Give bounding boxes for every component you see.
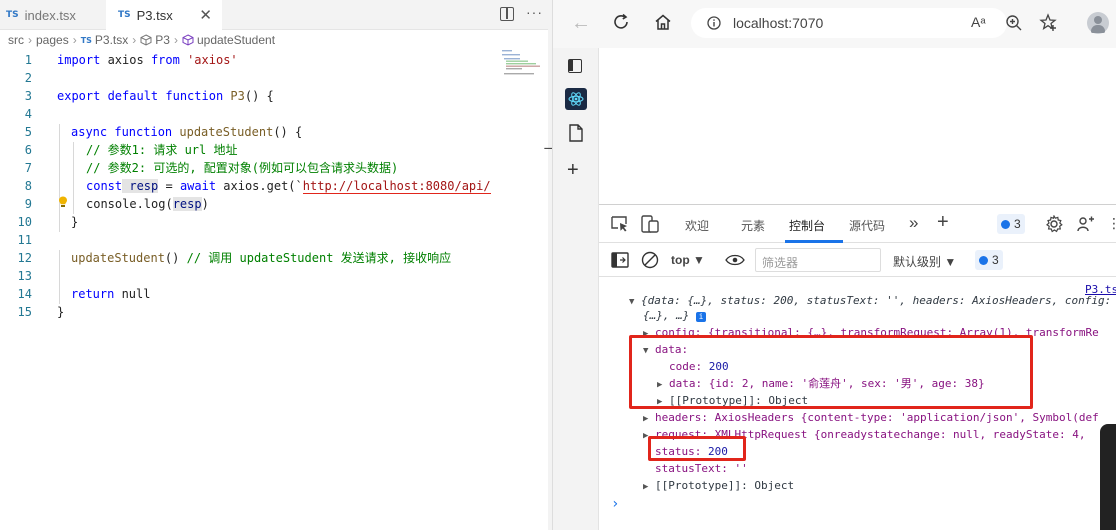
read-aloud-icon[interactable]: Aᵃ	[971, 14, 986, 30]
profile-avatar[interactable]	[1087, 12, 1109, 34]
url-text[interactable]: localhost:7070	[733, 15, 823, 31]
minimap[interactable]	[500, 48, 540, 78]
tab-sources[interactable]: 源代码	[849, 217, 885, 234]
devtools-tab-bar: 欢迎 元素 控制台 源代码 » + 3 ⋮	[599, 205, 1116, 243]
prototype-row-2[interactable]: ▶ [[Prototype]]: Object	[643, 477, 794, 496]
code-line-12: updateStudent() // 调用 updateStudent 发送请求…	[71, 251, 452, 265]
info-icon[interactable]	[707, 16, 721, 30]
component-icon	[140, 34, 152, 46]
add-tool-icon[interactable]: +	[937, 211, 949, 234]
browser-window: ← localhost:7070 Aᵃ + 欢迎 元素 控制台 源代码 » + …	[552, 0, 1116, 530]
code-line-8: const resp = await axios.get(`http://loc…	[86, 179, 491, 194]
log-level-select[interactable]: 默认级别 ▼	[893, 253, 956, 270]
breadcrumb-function[interactable]: updateStudent	[197, 33, 275, 47]
more-options-icon[interactable]: ⋮	[1107, 215, 1116, 232]
more-actions-icon[interactable]: ···	[526, 4, 543, 20]
console-prompt[interactable]: ›	[611, 496, 619, 513]
statustext-row: statusText: ''	[655, 462, 748, 475]
live-expression-eye-icon[interactable]	[725, 254, 745, 266]
home-icon[interactable]	[654, 13, 672, 31]
breadcrumb-src[interactable]: src	[8, 33, 24, 47]
code-line-3: export default function P3() {	[57, 89, 274, 103]
share-icon[interactable]	[1077, 215, 1095, 233]
breadcrumb: src › pages › TS P3.tsx › P3 › updateStudent	[8, 33, 276, 47]
browser-toolbar: ← localhost:7070 Aᵃ	[553, 0, 1116, 48]
log-summary-cont: {…}, …} i	[643, 307, 706, 324]
tab-p3-tsx[interactable]: TS P3.tsx ✕	[106, 0, 222, 30]
code-line-9: console.log(resp)	[86, 197, 209, 211]
lightbulb-icon[interactable]	[58, 196, 68, 208]
floating-widget	[1100, 424, 1116, 530]
address-bar[interactable]: localhost:7070	[691, 8, 1007, 38]
filter-placeholder: 筛选器	[762, 256, 799, 270]
device-toolbar-icon[interactable]	[641, 215, 659, 233]
breadcrumb-pages[interactable]: pages	[36, 33, 69, 47]
zoom-icon[interactable]	[1005, 14, 1023, 32]
react-devtools-icon[interactable]	[565, 88, 587, 110]
tab-welcome[interactable]: 欢迎	[685, 217, 709, 234]
filter-issues-badge[interactable]: 3	[975, 250, 1003, 270]
close-icon[interactable]: ✕	[199, 6, 212, 24]
filter-input[interactable]: 筛选器	[755, 248, 881, 272]
code-line-15: }	[57, 305, 65, 319]
breadcrumb-component[interactable]: P3	[155, 33, 170, 47]
method-icon	[182, 34, 194, 46]
clear-console-icon[interactable]	[641, 251, 659, 269]
gear-icon[interactable]	[1045, 215, 1063, 233]
highlight-box-status	[648, 436, 746, 461]
typescript-icon: TS	[6, 10, 19, 20]
typescript-icon: TS	[80, 35, 92, 45]
tab-label: index.tsx	[24, 7, 76, 23]
tab-console[interactable]: 控制台	[789, 217, 825, 234]
context-selector[interactable]: top ▼	[671, 253, 705, 267]
issues-badge[interactable]: 3	[997, 214, 1025, 234]
code-line-5: async function updateStudent() {	[71, 125, 303, 139]
back-icon[interactable]: ←	[571, 12, 591, 35]
code-editor: TS index.tsx TS P3.tsx ✕ ··· src › pages ›…	[0, 0, 557, 530]
console-filter-bar: top ▼ 筛选器 默认级别 ▼ 3	[599, 243, 1116, 277]
typescript-icon: TS	[118, 10, 131, 20]
more-tabs-icon[interactable]: »	[909, 213, 918, 233]
highlight-box-data	[629, 335, 1033, 409]
reload-icon[interactable]	[612, 13, 630, 31]
info-icon: i	[695, 312, 706, 322]
code-line-10: }	[71, 215, 79, 229]
tab-actions-icon[interactable]	[568, 59, 582, 73]
breadcrumb-file[interactable]: P3.tsx	[95, 33, 128, 47]
tab-elements[interactable]: 元素	[741, 217, 765, 234]
favorite-add-icon[interactable]	[1039, 13, 1059, 33]
code-line-1: import axios from 'axios'	[57, 53, 238, 67]
tab-index-tsx[interactable]: TS index.tsx	[0, 0, 105, 30]
code-line-6: // 参数1: 请求 url 地址	[86, 143, 238, 157]
browser-sidebar: +	[553, 48, 599, 530]
sidebar-toggle-icon[interactable]	[611, 252, 629, 268]
code-line-7: // 参数2: 可选的, 配置对象(例如可以包含请求头数据)	[86, 161, 399, 175]
editor-tab-bar: TS index.tsx TS P3.tsx ✕ ···	[0, 0, 552, 30]
add-icon[interactable]: +	[567, 159, 579, 182]
inspect-icon[interactable]	[611, 216, 629, 232]
tab-label: P3.tsx	[136, 7, 173, 23]
split-editor-icon[interactable]	[500, 7, 514, 21]
code-line-14: return null	[71, 287, 151, 301]
document-icon[interactable]	[568, 124, 584, 142]
